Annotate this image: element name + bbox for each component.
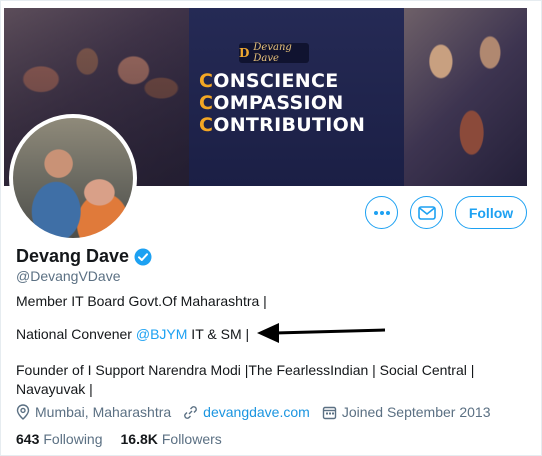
banner-tagline: CONSCIENCE COMPASSION CONTRIBUTION — [199, 70, 365, 136]
banner-photo-right — [404, 8, 527, 186]
envelope-icon — [417, 205, 436, 220]
follow-button[interactable]: Follow — [455, 196, 527, 229]
logo-d-mark: D — [239, 46, 250, 60]
join-date: Joined September 2013 — [322, 404, 490, 420]
more-dots-icon — [373, 210, 390, 215]
handle: @DevangVDave — [16, 268, 121, 284]
message-button[interactable] — [410, 196, 443, 229]
banner-logo-text: Devang Dave — [253, 42, 292, 64]
followers-stat[interactable]: 16.8K Followers — [121, 431, 222, 447]
bio-line: Member IT Board Govt.Of Maharashtra | — [16, 293, 267, 309]
location-pin-icon — [16, 404, 30, 420]
profile-meta: Mumbai, Maharashtra devangdave.com Joine… — [16, 404, 502, 420]
tagline-line: COMPASSION — [199, 92, 344, 114]
avatar[interactable] — [9, 114, 137, 242]
link-icon — [184, 405, 198, 419]
annotation-arrow-icon — [257, 323, 386, 343]
location: Mumbai, Maharashtra — [16, 404, 171, 420]
profile-stats: 643 Following 16.8K Followers — [16, 431, 222, 447]
more-options-button[interactable] — [365, 196, 398, 229]
website-link[interactable]: devangdave.com — [203, 404, 310, 420]
avatar-photo — [13, 118, 133, 238]
banner-logo: D Devang Dave — [239, 42, 309, 64]
following-stat[interactable]: 643 Following — [16, 431, 103, 447]
website[interactable]: devangdave.com — [183, 404, 310, 420]
tagline-line: CONSCIENCE — [199, 70, 339, 92]
calendar-icon — [322, 406, 337, 419]
tagline-line: CONTRIBUTION — [199, 114, 366, 136]
display-name: Devang Dave — [16, 246, 152, 267]
bio-line: National Convener @BJYM IT & SM | — [16, 326, 250, 342]
bio-line: Founder of I Support Narendra Modi |The … — [16, 362, 475, 397]
mention-link[interactable]: @BJYM — [136, 326, 188, 342]
verified-badge-icon — [134, 248, 152, 265]
